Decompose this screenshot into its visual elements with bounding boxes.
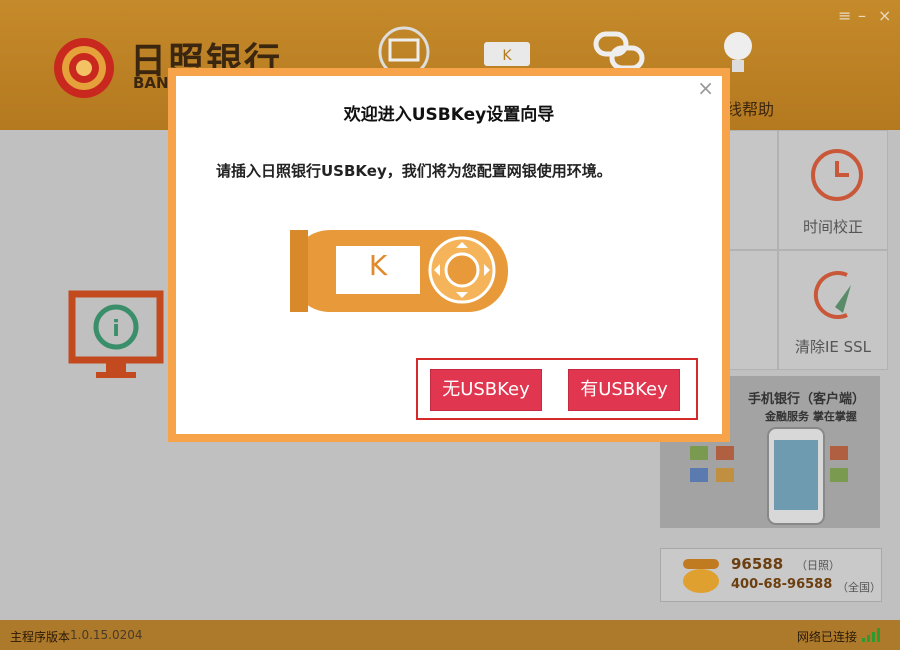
hotline-national-note: （全国）	[837, 581, 881, 594]
tile-label: 时间校正	[802, 218, 863, 236]
help-label[interactable]: 线帮助	[726, 96, 774, 120]
tile-label: 清除IE SSL	[794, 338, 872, 356]
bank-name-en: BAN	[133, 74, 169, 92]
hotline-local-number: 96588	[731, 555, 784, 573]
hotline-local-note: （日照）	[796, 559, 840, 572]
dialog-body: × 欢迎进入USBKey设置向导 请插入日照银行USBKey，我们将为您配置网银…	[176, 76, 722, 434]
dialog-close-button[interactable]: ×	[697, 76, 714, 100]
main-window: 日照银行 BAN K 线帮助 ≡ – × i 时间校正 清除IE SSL 手机银…	[0, 0, 900, 650]
menu-icon[interactable]: ≡	[838, 6, 851, 25]
has-usbkey-button[interactable]: 有USBKey	[568, 369, 680, 411]
signal-icon	[862, 628, 880, 642]
bank-logo	[54, 38, 114, 98]
clock-icon	[811, 149, 863, 201]
ad-title: 手机银行（客户端）	[748, 392, 866, 407]
usbkey-wizard-dialog: × 欢迎进入USBKey设置向导 请插入日照银行USBKey，我们将为您配置网银…	[168, 68, 730, 442]
network-status: 网络已连接	[797, 630, 858, 644]
hotline-panel: 96588 （日照） 400-68-96588 （全国）	[660, 548, 882, 602]
svg-text:K: K	[502, 48, 512, 64]
tile-clear-ssl[interactable]: 清除IE SSL	[778, 250, 888, 370]
usbkey-letter: K	[368, 249, 388, 282]
svg-text:i: i	[112, 317, 120, 342]
info-monitor-icon: i	[68, 290, 164, 378]
close-button[interactable]: ×	[878, 6, 891, 25]
dialog-title: 欢迎进入USBKey设置向导	[343, 105, 555, 125]
telephone-icon	[683, 559, 719, 593]
hotline-national-number: 400-68-96588	[731, 577, 833, 592]
version-label: 主程序版本	[10, 630, 71, 644]
button-group-highlight: 无USBKey 有USBKey	[416, 358, 698, 420]
tile-time-sync[interactable]: 时间校正	[778, 130, 888, 250]
dialog-message: 请插入日照银行USBKey，我们将为您配置网银使用环境。	[216, 162, 612, 180]
broom-icon	[813, 271, 851, 319]
ad-subtitle: 金融服务 掌在掌握	[765, 410, 857, 423]
status-bar: 主程序版本 1.0.15.0204 网络已连接	[0, 620, 900, 650]
minimize-button[interactable]: –	[858, 6, 866, 25]
no-usbkey-button[interactable]: 无USBKey	[430, 369, 542, 411]
version-value: 1.0.15.0204	[70, 628, 143, 642]
